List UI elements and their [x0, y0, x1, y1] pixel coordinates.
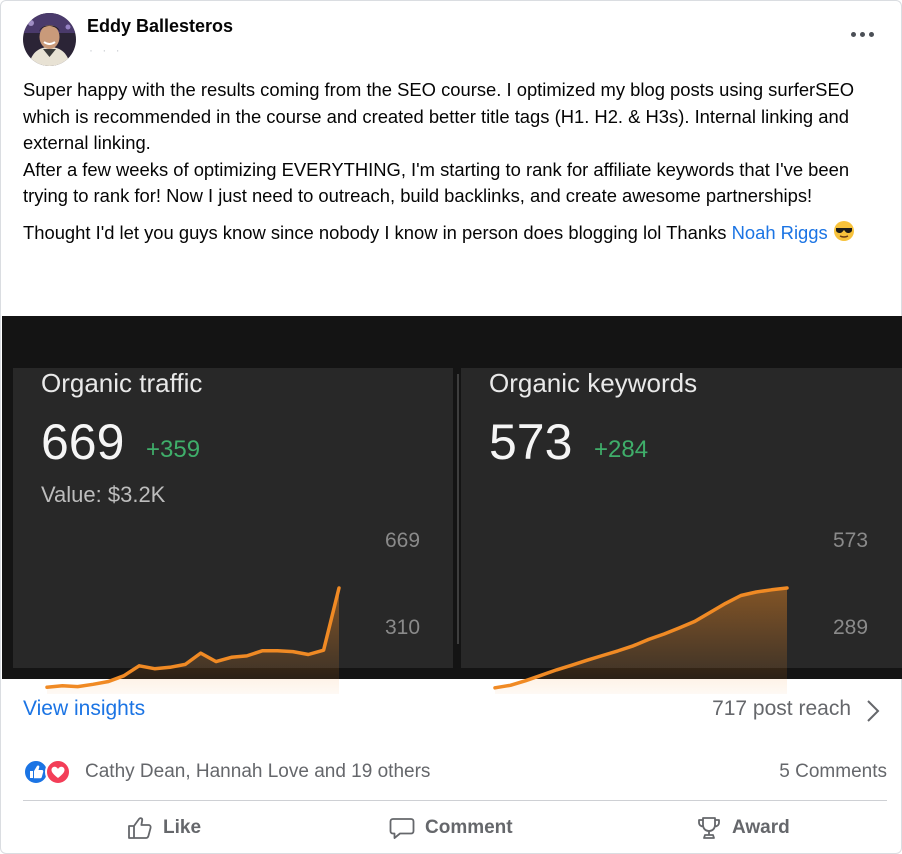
keywords-delta: +284	[594, 436, 649, 463]
keywords-title: Organic keywords	[489, 368, 698, 398]
sunglasses-emoji-icon	[833, 220, 855, 250]
action-bar: Like Comment Award	[23, 801, 887, 854]
like-button[interactable]: Like	[127, 801, 201, 854]
traffic-axis-min: 310	[385, 616, 421, 639]
post-paragraph: Super happy with the results coming from…	[23, 79, 855, 154]
comment-icon	[389, 816, 415, 840]
keywords-axis-min: 289	[833, 616, 869, 639]
post-header: Eddy Ballesteros · · ·	[23, 11, 883, 67]
award-label: Award	[732, 817, 790, 838]
chevron-right-icon[interactable]	[863, 699, 883, 723]
keywords-axis-max: 573	[833, 529, 869, 552]
panel-divider	[457, 374, 459, 644]
post-body: Super happy with the results coming from…	[23, 77, 883, 250]
traffic-value: 669	[41, 414, 125, 470]
comment-button[interactable]: Comment	[389, 801, 513, 854]
post-paragraph-text: Thought I'd let you guys know since nobo…	[23, 221, 732, 243]
traffic-axis-max: 669	[385, 529, 421, 552]
post-card: Eddy Ballesteros · · · Super happy with …	[0, 0, 902, 854]
keywords-value: 573	[489, 414, 573, 470]
trophy-icon	[696, 816, 722, 840]
comments-count[interactable]: 5 Comments	[779, 761, 887, 783]
chart-area	[47, 588, 339, 694]
like-label: Like	[163, 817, 202, 838]
reaction-names[interactable]: Cathy Dean, Hannah Love and 19 others	[85, 761, 430, 783]
traffic-title: Organic traffic	[41, 368, 203, 398]
thumbs-up-icon	[127, 816, 153, 840]
like-reaction-icon	[23, 759, 49, 785]
traffic-panel: Organic traffic 669 +359 Value: $3.2K 66…	[13, 368, 453, 694]
post-paragraph: After a few weeks of optimizing EVERYTHI…	[23, 158, 850, 207]
post-paragraph: Thought I'd let you guys know since nobo…	[23, 220, 883, 250]
traffic-value-sub: Value: $3.2K	[41, 482, 166, 507]
more-options-icon[interactable]	[849, 23, 877, 45]
view-insights-link[interactable]: View insights	[23, 697, 145, 721]
traffic-chart	[45, 586, 341, 694]
traffic-delta: +359	[146, 436, 201, 463]
love-reaction-icon	[45, 759, 71, 785]
post-reach[interactable]: 717 post reach	[712, 697, 851, 721]
post-image[interactable]: Organic traffic 669 +359 Value: $3.2K 66…	[2, 316, 902, 694]
insights-row: View insights 717 post reach	[23, 697, 885, 727]
reactions-row: Cathy Dean, Hannah Love and 19 others 5 …	[23, 759, 887, 785]
post-meta: · · ·	[89, 43, 123, 57]
avatar[interactable]	[23, 13, 76, 66]
award-button[interactable]: Award	[696, 801, 790, 854]
comment-label: Comment	[425, 817, 513, 838]
author-name[interactable]: Eddy Ballesteros	[87, 16, 233, 37]
keywords-chart	[493, 586, 789, 694]
reaction-icons[interactable]	[23, 759, 79, 785]
mention-link[interactable]: Noah Riggs	[732, 222, 828, 243]
keywords-panel: Organic keywords 573 +284 573 289	[461, 368, 902, 694]
